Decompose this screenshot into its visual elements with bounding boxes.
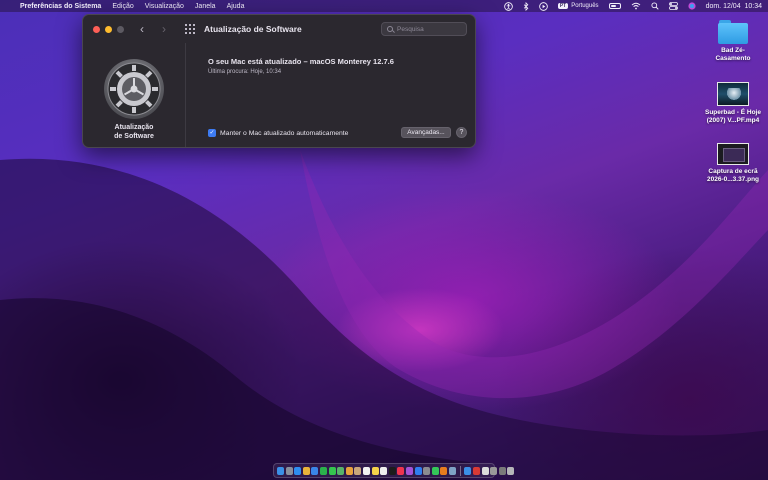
- search-icon: [387, 26, 393, 32]
- show-all-grid-icon[interactable]: [185, 24, 195, 34]
- desktop-item-label: Captura de ecrã 2026-0...3.37.png: [706, 168, 760, 183]
- wifi-icon[interactable]: [631, 2, 641, 10]
- folder-icon: [718, 20, 748, 44]
- dock-system-preferences-icon[interactable]: [423, 466, 431, 475]
- software-update-gear-icon: [103, 58, 165, 120]
- dock-trash-icon[interactable]: [507, 466, 515, 475]
- auto-update-label[interactable]: Manter o Mac atualizado automaticamente: [220, 130, 348, 137]
- dock-vlc-icon[interactable]: [440, 466, 448, 475]
- dock-safari-icon[interactable]: [294, 466, 302, 475]
- desktop-item-label: Superbad - É Hoje (2007) V...PF.mp4: [705, 109, 761, 124]
- control-center-icon[interactable]: [668, 2, 678, 10]
- dock-finder-icon[interactable]: [277, 466, 284, 475]
- battery-icon[interactable]: [608, 3, 621, 9]
- dock-photos-icon[interactable]: [345, 466, 353, 475]
- search-placeholder: Pesquisa: [397, 25, 424, 33]
- last-check-text: Última procura: Hoje, 10:34: [208, 69, 282, 75]
- window-controls: [93, 25, 129, 33]
- software-update-window: ‹ › Atualização de Software Pesquisa Atu…: [82, 14, 476, 148]
- dock-mail-icon[interactable]: [311, 466, 319, 475]
- input-source-menu[interactable]: PT Português: [557, 3, 599, 9]
- menubar-clock[interactable]: dom. 12/04 10:34: [706, 3, 762, 10]
- window-title: Atualização de Software: [204, 24, 302, 34]
- desktop-item-label: Bad Zé- Casamento: [715, 47, 751, 62]
- update-status-panel: O seu Mac está atualizado – macOS Monter…: [187, 43, 475, 147]
- zoom-window-button[interactable]: [117, 25, 124, 33]
- pane-name-label: Atualização de Software: [114, 124, 154, 140]
- dock-chrome-icon[interactable]: [302, 466, 310, 475]
- dock-preview-icon[interactable]: [448, 466, 456, 475]
- menu-help[interactable]: Ajuda: [227, 3, 245, 10]
- dock-messages-icon[interactable]: [328, 466, 336, 475]
- menu-window[interactable]: Janela: [195, 3, 216, 10]
- search-field[interactable]: Pesquisa: [381, 22, 467, 36]
- spotlight-search-icon[interactable]: [651, 2, 659, 10]
- input-source-badge: PT: [557, 3, 569, 9]
- dock-tv-icon[interactable]: [388, 466, 396, 475]
- dock-separator: [460, 465, 462, 476]
- now-playing-icon[interactable]: [538, 1, 548, 11]
- advanced-button[interactable]: Avançadas...: [401, 127, 451, 138]
- desktop-item-screenshot[interactable]: Captura de ecrã 2026-0...3.37.png: [700, 143, 766, 184]
- dock: [273, 463, 515, 478]
- dock-pdf-icon[interactable]: [473, 466, 481, 475]
- help-button[interactable]: ?: [456, 127, 467, 138]
- window-titlebar[interactable]: ‹ › Atualização de Software Pesquisa: [83, 15, 475, 43]
- bluetooth-icon[interactable]: [523, 1, 529, 11]
- desktop-item-folder[interactable]: Bad Zé- Casamento: [700, 20, 766, 63]
- back-button[interactable]: ‹: [133, 22, 151, 36]
- dock-contacts-icon[interactable]: [354, 466, 362, 475]
- update-status-title: O seu Mac está atualizado – macOS Monter…: [208, 57, 394, 66]
- menubar-status-area: PT Português dom. 12/04 10:34: [494, 1, 762, 11]
- accessibility-icon[interactable]: [503, 1, 513, 11]
- dock-calendar-icon[interactable]: [362, 466, 370, 475]
- dock-whatsapp-icon[interactable]: [431, 466, 439, 475]
- desktop-item-video[interactable]: Superbad - É Hoje (2007) V...PF.mp4: [700, 82, 766, 125]
- auto-update-row: ✓ Manter o Mac atualizado automaticament…: [208, 129, 348, 137]
- preference-pane-sidebar: Atualização de Software: [83, 43, 186, 147]
- dock-launchpad-icon[interactable]: [285, 466, 293, 475]
- dock-files-icon[interactable]: [498, 466, 506, 475]
- forward-button[interactable]: ›: [155, 22, 173, 36]
- menu-view[interactable]: Visualização: [145, 3, 184, 10]
- close-window-button[interactable]: [93, 25, 100, 33]
- dock-music-icon[interactable]: [397, 466, 405, 475]
- dock-podcasts-icon[interactable]: [405, 466, 413, 475]
- image-thumbnail: [717, 143, 749, 165]
- minimize-window-button[interactable]: [105, 25, 112, 33]
- dock-downloads-icon[interactable]: [464, 466, 472, 475]
- dock-maps-icon[interactable]: [337, 466, 345, 475]
- menu-app-name[interactable]: Preferências do Sistema: [20, 3, 101, 10]
- siri-icon[interactable]: [687, 2, 696, 10]
- input-source-label: Português: [571, 3, 599, 9]
- dock-facetime-icon[interactable]: [319, 466, 327, 475]
- dock-app-store-icon[interactable]: [414, 466, 422, 475]
- dock-notes-icon[interactable]: [371, 466, 379, 475]
- dock-document-icon[interactable]: [481, 466, 489, 475]
- dock-reminders-icon[interactable]: [380, 466, 388, 475]
- menu-bar: Preferências do Sistema Edição Visualiza…: [0, 0, 768, 12]
- video-thumbnail: [717, 82, 749, 106]
- dock-screenshot-icon[interactable]: [490, 466, 498, 475]
- menu-edit[interactable]: Edição: [112, 3, 133, 10]
- auto-update-checkbox[interactable]: ✓: [208, 129, 216, 137]
